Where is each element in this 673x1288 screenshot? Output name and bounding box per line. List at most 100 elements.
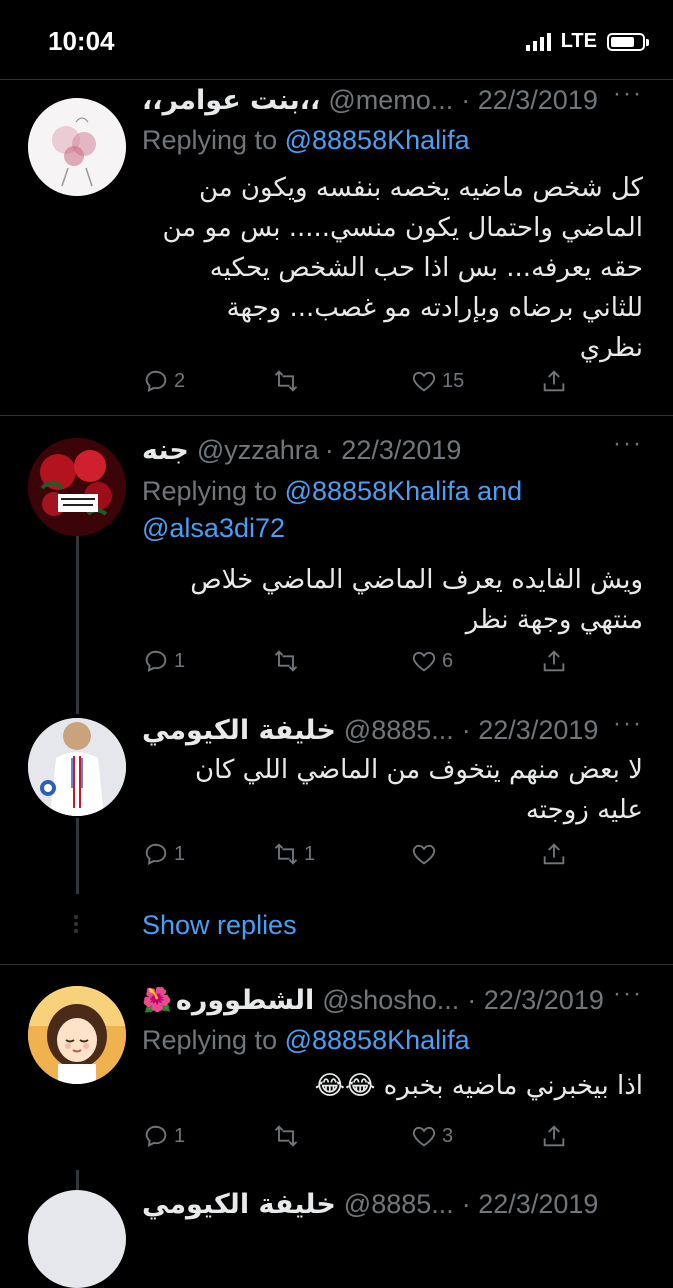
display-name[interactable]: جنه [142,435,189,466]
tweet-divider [0,964,673,965]
handle[interactable]: @yzzahra [197,435,319,466]
tweet-text: ويش الفايده يعرف الماضي الماضي خلاص منته… [142,560,643,640]
share-button[interactable] [540,840,568,868]
flower-emoji-icon: 🌺 [142,986,172,1014]
handle[interactable]: @shosho... [322,985,459,1016]
retweet-icon [274,650,298,672]
tweet-divider [0,415,673,416]
reply-icon [145,1125,167,1147]
avatar[interactable] [28,986,126,1084]
retweet-icon [274,1125,298,1147]
more-options-icon[interactable]: ··· [613,80,643,108]
tweet-header: ،،بنت عوامر،، @memo... · 22/3/2019 ··· [142,80,643,120]
tweet-text-line: الماضي واحتمال يكون منسي..... بس مو من [162,213,643,243]
tweet-text-line: كل شخص ماضيه يخصه بنفسه ويكون من [198,173,643,203]
like-button[interactable] [410,840,442,868]
timestamp[interactable]: · 22/3/2019 [461,85,598,116]
handle[interactable]: @8885... [344,1189,454,1220]
tweet-header: خليفة الكيومي @8885... · 22/3/2019 ··· [142,710,643,750]
tweet-text-line: نظري [579,333,643,363]
tweet-header: خليفة الكيومي @8885... · 22/3/2019 [142,1184,643,1224]
tweet-actions: 1 6 [142,647,582,681]
avatar[interactable] [28,1190,126,1288]
reply-icon [145,370,167,392]
tweet-header: 🌺 الشطووره @shosho... · 22/3/2019 ··· [142,980,643,1020]
display-name[interactable]: خليفة الكيومي [142,715,336,746]
battery-icon [607,32,649,51]
tweet-text-line: ويش الفايده يعرف الماضي الماضي خلاص [190,565,643,595]
share-button[interactable] [540,647,568,675]
like-button[interactable]: 15 [410,367,464,395]
heart-icon [412,651,436,672]
like-button[interactable]: 6 [410,647,453,675]
timestamp[interactable]: · 22/3/2019 [462,1189,599,1220]
mention-link[interactable]: @88858Khalifa [285,125,470,155]
replying-prefix: Replying to [142,125,285,155]
display-name[interactable]: الشطووره [176,985,314,1016]
like-button[interactable]: 3 [410,1122,453,1150]
timestamp[interactable]: · 22/3/2019 [467,985,604,1016]
tweet-text: اذا بيخبرني ماضيه بخبره 😂😂 [142,1066,643,1106]
more-options-icon[interactable]: ··· [613,980,643,1008]
like-count: 15 [442,369,465,392]
avatar[interactable] [28,718,126,816]
reply-icon [145,843,167,865]
reply-count: 1 [174,1124,186,1147]
like-count: 3 [442,1124,454,1147]
reply-button[interactable]: 1 [142,647,185,675]
mention-link[interactable]: @alsa3di72 [142,510,643,547]
thread-line [76,536,79,714]
display-name[interactable]: ،،بنت عوامر،، [142,85,320,116]
replying-prefix: Replying to [142,1025,285,1055]
retweet-button[interactable] [272,367,304,395]
display-name[interactable]: خليفة الكيومي [142,1189,336,1220]
reply-count: 1 [174,842,186,865]
reply-button[interactable]: 1 [142,840,185,868]
tweet-text: لا بعض منهم يتخوف من الماضي اللي كان علي… [142,750,643,830]
share-icon [543,650,565,672]
more-options-icon[interactable]: ··· [613,710,643,738]
tweet-text: كل شخص ماضيه يخصه بنفسه ويكون من الماضي … [142,168,643,368]
like-count: 6 [442,649,454,672]
mention-link[interactable]: @88858Khalifa and [285,476,523,506]
share-button[interactable] [540,1122,568,1150]
retweet-icon [274,370,298,392]
handle[interactable]: @memo... [328,85,453,116]
retweet-button[interactable] [272,1122,304,1150]
retweet-button[interactable] [272,647,304,675]
status-bar: 10:04 LTE [0,0,673,80]
retweet-count: 1 [304,842,316,865]
heart-icon [412,371,436,392]
share-icon [543,1125,565,1147]
tweet-text-line: للثاني برضاه وبإرادته مو غصب... وجهة [226,293,643,323]
timestamp[interactable]: · 22/3/2019 [325,435,462,466]
mention-link[interactable]: @88858Khalifa [285,1025,470,1055]
replying-to: Replying to @88858Khalifa [142,122,643,159]
status-time: 10:04 [48,26,115,56]
show-replies-link[interactable]: Show replies [142,910,297,941]
tweet-text-line: لا بعض منهم يتخوف من الماضي اللي كان [194,755,643,785]
replying-prefix: Replying to [142,476,285,506]
replying-to: Replying to @88858Khalifa and @alsa3di72 [142,473,643,547]
handle[interactable]: @8885... [344,715,454,746]
heart-icon [412,1126,436,1147]
avatar[interactable] [28,438,126,536]
retweet-icon [274,843,298,865]
reply-button[interactable]: 2 [142,367,185,395]
tweet-text-line: حقه يعرفه... بس اذا حب الشخص يحكيه [209,253,643,283]
share-button[interactable] [540,367,568,395]
thread-dots [74,912,80,936]
more-options-icon[interactable]: ··· [613,430,643,458]
reply-button[interactable]: 1 [142,1122,185,1150]
share-icon [543,843,565,865]
signal-icon [525,32,551,51]
avatar[interactable] [28,98,126,196]
share-icon [543,370,565,392]
tweet-actions: 1 3 [142,1122,582,1156]
tweet-text-line: اذا بيخبرني ماضيه بخبره 😂😂 [314,1071,643,1101]
heart-icon [412,844,436,865]
timestamp[interactable]: · 22/3/2019 [462,715,599,746]
network-label: LTE [560,30,597,52]
reply-icon [145,650,167,672]
retweet-button[interactable]: 1 [272,840,315,868]
